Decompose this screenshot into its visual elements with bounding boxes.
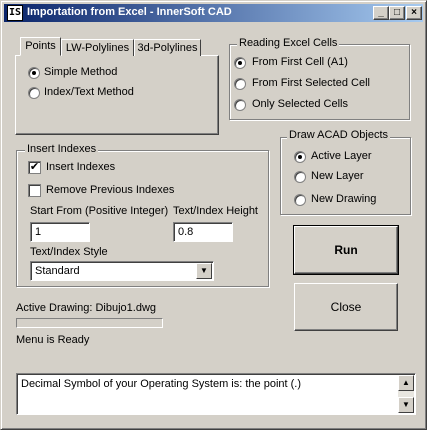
run-button[interactable]: Run xyxy=(293,225,399,275)
active-layer-label[interactable]: Active Layer xyxy=(311,150,372,162)
new-layer-radio[interactable] xyxy=(294,171,306,183)
simple-method-label[interactable]: Simple Method xyxy=(44,66,117,78)
chevron-down-icon[interactable]: ▼ xyxy=(196,263,212,279)
active-drawing-text: Active Drawing: Dibujo1.dwg xyxy=(16,302,157,314)
scroll-down-icon[interactable]: ▼ xyxy=(398,397,414,413)
minimize-button[interactable]: _ xyxy=(373,6,389,20)
start-from-label: Start From (Positive Integer) xyxy=(30,205,169,217)
from-first-selected-radio[interactable] xyxy=(234,78,246,90)
from-first-cell-radio[interactable] xyxy=(234,57,246,69)
only-selected-radio[interactable] xyxy=(234,99,246,111)
app-icon[interactable]: IS xyxy=(7,5,23,21)
progress-bar xyxy=(16,318,163,328)
remove-previous-checkbox[interactable] xyxy=(28,184,41,197)
message-text: Decimal Symbol of your Operating System … xyxy=(21,378,301,390)
title-bar[interactable]: IS Importation from Excel - InnerSoft CA… xyxy=(4,4,423,22)
reading-cells-title: Reading Excel Cells xyxy=(237,37,340,49)
maximize-button[interactable]: □ xyxy=(389,6,405,20)
remove-previous-label[interactable]: Remove Previous Indexes xyxy=(46,184,174,196)
message-textarea[interactable]: Decimal Symbol of your Operating System … xyxy=(16,373,416,415)
simple-method-radio[interactable] xyxy=(28,67,40,79)
close-window-button[interactable]: × xyxy=(406,6,422,20)
window-title: Importation from Excel - InnerSoft CAD xyxy=(27,6,232,18)
scroll-up-icon[interactable]: ▲ xyxy=(398,375,414,391)
active-layer-radio[interactable] xyxy=(294,151,306,163)
insert-indexes-label[interactable]: Insert Indexes xyxy=(46,161,115,173)
text-height-label: Text/Index Height xyxy=(173,205,258,217)
new-drawing-radio[interactable] xyxy=(294,194,306,206)
text-style-label: Text/Index Style xyxy=(30,246,108,258)
new-drawing-label[interactable]: New Drawing xyxy=(311,193,376,205)
insert-indexes-checkbox[interactable]: ✔ xyxy=(28,161,41,174)
start-from-input[interactable]: 1 xyxy=(30,222,90,242)
index-text-method-label[interactable]: Index/Text Method xyxy=(44,86,134,98)
index-text-method-radio[interactable] xyxy=(28,87,40,99)
tab-3d-polylines[interactable]: 3d-Polylines xyxy=(134,39,201,56)
main-window: IS Importation from Excel - InnerSoft CA… xyxy=(0,0,427,430)
insert-indexes-title: Insert Indexes xyxy=(25,143,99,155)
close-button[interactable]: Close xyxy=(294,283,398,331)
only-selected-label[interactable]: Only Selected Cells xyxy=(252,98,348,110)
text-style-value: Standard xyxy=(35,265,80,277)
from-first-selected-label[interactable]: From First Selected Cell xyxy=(252,77,370,89)
draw-objects-title: Draw ACAD Objects xyxy=(287,129,391,141)
new-layer-label[interactable]: New Layer xyxy=(311,170,364,182)
from-first-cell-label[interactable]: From First Cell (A1) xyxy=(252,56,348,68)
tab-lw-polylines[interactable]: LW-Polylines xyxy=(61,39,134,56)
menu-status-text: Menu is Ready xyxy=(16,334,90,346)
text-height-input[interactable]: 0.8 xyxy=(173,222,233,242)
text-style-select[interactable]: Standard xyxy=(30,261,214,281)
tab-points[interactable]: Points xyxy=(20,37,61,56)
